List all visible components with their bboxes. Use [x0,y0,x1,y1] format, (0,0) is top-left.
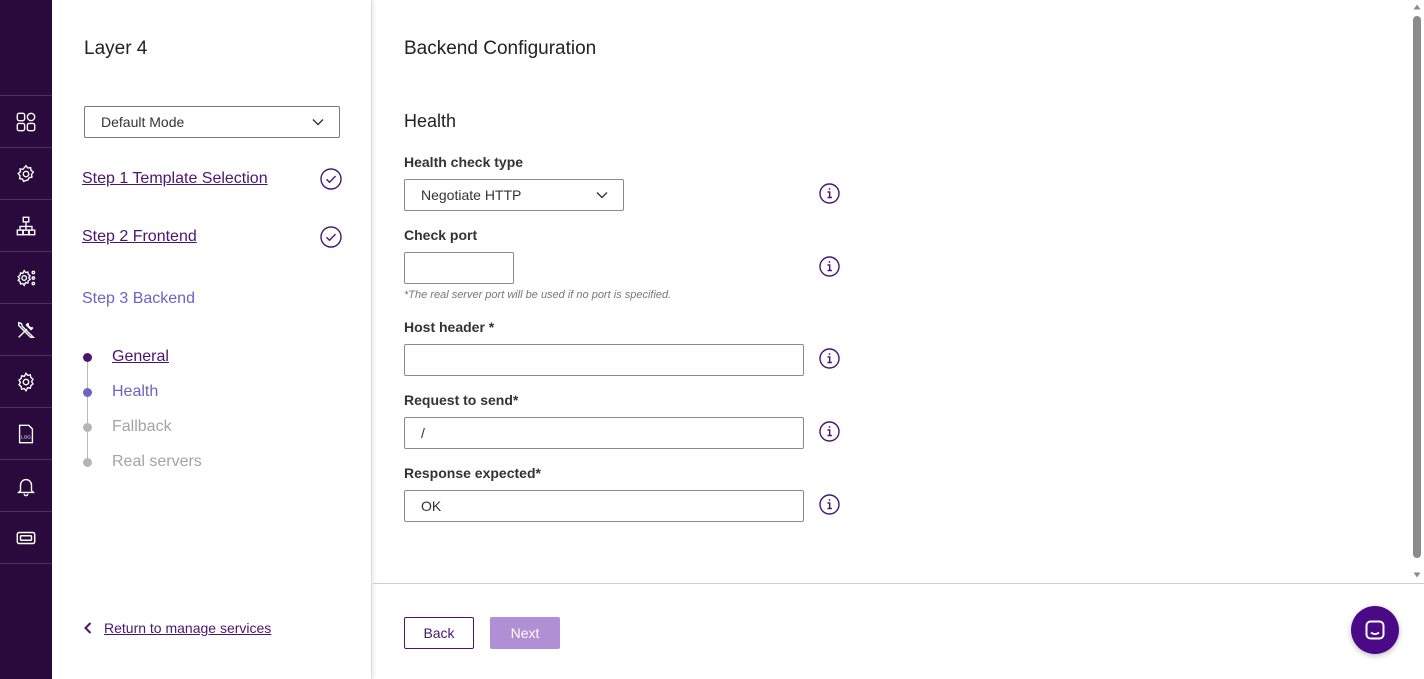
host-header-field[interactable] [404,344,804,376]
substep-real-servers: Real servers [112,453,202,470]
icon-rail: LOG [0,0,52,679]
rail-dashboard[interactable] [0,95,52,147]
info-icon[interactable] [819,348,840,369]
check-port-input[interactable] [421,260,497,276]
rail-divider [0,563,52,564]
return-link-label: Return to manage services [104,620,272,636]
mode-select-value: Default Mode [101,114,185,130]
substep-fallback: Fallback [112,418,172,435]
main-content: Backend Configuration Health Health chec… [373,0,1410,583]
rail-logs[interactable]: LOG [0,407,52,459]
notifications-icon [17,478,35,496]
system-config-icon [17,268,36,287]
rail-system-config[interactable] [0,251,52,303]
license-icon [16,531,36,544]
request-to-send-input[interactable] [421,425,787,441]
chat-icon [1365,620,1385,640]
wizard-footer: Back Next [373,583,1424,679]
check-circle-icon [320,226,342,248]
step-template-selection-link[interactable]: Step 1 Template Selection [82,170,268,188]
substep-dot-general [83,353,92,362]
section-title: Health [404,111,457,131]
page-title: Backend Configuration [404,38,597,59]
info-icon[interactable] [819,494,840,515]
scrollbar-thumb[interactable] [1413,16,1421,558]
tools-icon [17,321,35,338]
substeps-connector [87,358,88,464]
logs-icon: LOG [18,424,34,443]
next-button[interactable]: Next [490,617,560,649]
log-icon-text: LOG [21,434,31,439]
main-scrollbar[interactable] [1410,0,1424,583]
health-check-type-label: Health check type [404,154,524,170]
app-root: LOG Layer 4 Default Mode Step 1 Template… [0,0,1424,679]
back-button[interactable]: Back [404,617,474,649]
host-header-input[interactable] [421,352,787,368]
virtual-services-icon [17,164,35,182]
settings-icon [18,371,34,392]
scroll-up-arrow-icon[interactable] [1413,3,1421,11]
mode-select[interactable]: Default Mode [84,106,340,138]
chevron-left-icon [84,622,92,634]
chevron-down-icon [312,119,324,126]
network-icon [16,216,36,235]
substep-health: Health [112,383,159,400]
substep-dot-fallback [83,423,92,432]
chat-launcher-button[interactable] [1351,606,1399,654]
request-to-send-label: Request to send* [404,392,519,408]
step-frontend-link[interactable]: Step 2 Frontend [82,228,197,246]
scroll-down-arrow-icon[interactable] [1413,571,1421,579]
rail-notifications[interactable] [0,459,52,511]
rail-network[interactable] [0,199,52,251]
step-backend-current: Step 3 Backend [82,290,195,307]
check-circle-icon [320,168,342,190]
rail-settings[interactable] [0,355,52,407]
check-port-field[interactable] [404,252,514,284]
info-icon[interactable] [819,256,840,277]
info-icon[interactable] [819,421,840,442]
substep-general-link[interactable]: General [112,348,169,366]
chevron-down-icon [596,192,608,199]
request-to-send-field[interactable] [404,417,804,449]
response-expected-label: Response expected* [404,465,541,481]
dashboard-icon [16,112,36,131]
rail-license[interactable] [0,511,52,563]
health-check-type-select[interactable]: Negotiate HTTP [404,179,624,211]
return-to-manage-services[interactable]: Return to manage services [82,620,271,636]
wizard-title: Layer 4 [84,38,148,59]
host-header-label: Host header * [404,319,495,335]
wizard-sidebar: Layer 4 Default Mode Step 1 Template Sel… [52,0,372,679]
substep-dot-real-servers [83,458,92,467]
check-port-hint: *The real server port will be used if no… [404,289,672,301]
response-expected-input[interactable] [421,498,787,514]
rail-virtual-services[interactable] [0,147,52,199]
substep-dot-health [83,388,92,397]
response-expected-field[interactable] [404,490,804,522]
check-port-label: Check port [404,227,478,243]
info-icon[interactable] [819,183,840,204]
rail-tools[interactable] [0,303,52,355]
health-check-type-value: Negotiate HTTP [421,187,522,203]
